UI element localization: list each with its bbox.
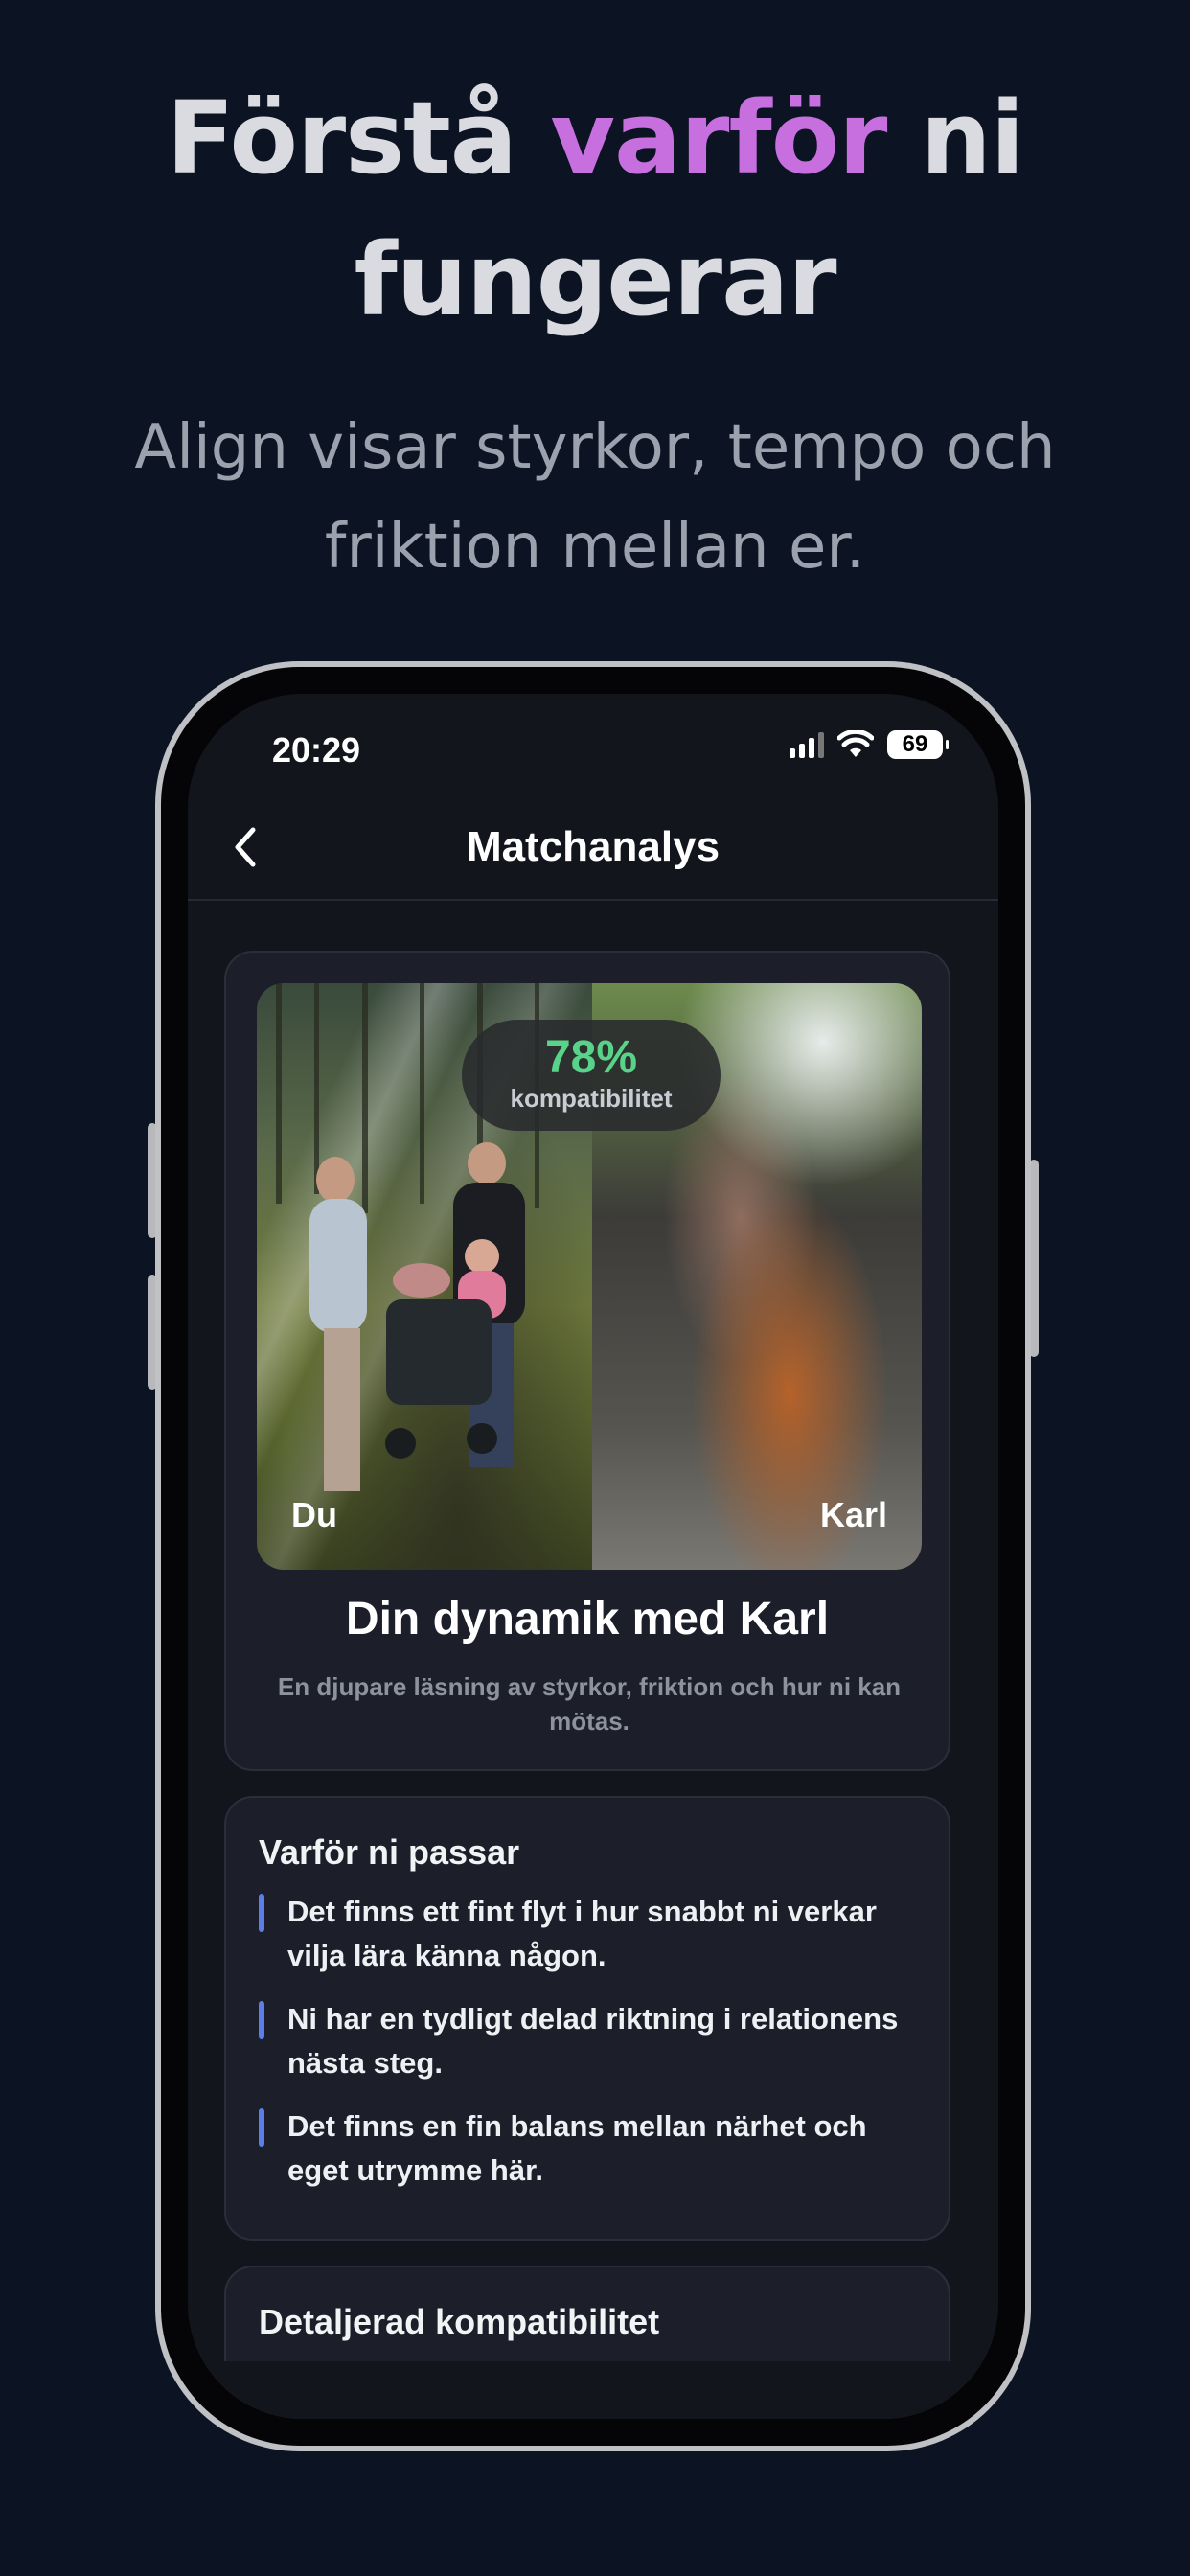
reason-text: Ni har en tydligt delad riktning i relat… [287, 2002, 899, 2080]
dynamic-subtitle: En djupare läsning av styrkor, friktion … [277, 1672, 902, 1736]
screen-bottom-area [188, 2361, 998, 2419]
reason-text: Det finns en fin balans mellan närhet oc… [287, 2109, 867, 2187]
signal-icon [790, 731, 824, 758]
page-title: Matchanalys [466, 823, 721, 870]
photo-comparison: Du Karl 78% kompatibilitet [257, 983, 922, 1570]
your-name-label: Du [291, 1495, 337, 1534]
compatibility-label: kompatibilitet [510, 1084, 673, 1113]
detailed-compatibility-title: Detaljerad kompatibilitet [259, 2302, 660, 2341]
headline-part1: Förstå [166, 80, 551, 196]
wifi-icon [837, 730, 874, 757]
status-icons: 69 [790, 730, 949, 759]
why-you-match-card: Varför ni passar Det finns ett fint flyt… [224, 1796, 950, 2241]
marketing-headline: Förstå varför ni fungerar [0, 67, 1190, 351]
marketing-subheadline: Align visar styrkor, tempo och friktion … [134, 412, 1056, 583]
headline-accent: varför [550, 80, 887, 196]
dynamic-title: Din dynamik med Karl [345, 1594, 830, 1644]
compatibility-badge: 78% kompatibilitet [462, 1020, 721, 1131]
match-name-label: Karl [819, 1495, 887, 1534]
battery-icon: 69 [887, 730, 949, 759]
app-screen: 20:29 69 Matchanalys Du Karl 78% kompati… [188, 694, 998, 2419]
reason-text: Det finns ett fint flyt i hur snabbt ni … [287, 1895, 877, 1972]
reason-bullet-bar [259, 1894, 264, 1932]
reason-bullet-bar [259, 2108, 264, 2147]
phone-frame: 20:29 69 Matchanalys Du Karl 78% kompati… [155, 661, 1031, 2451]
compatibility-value: 78% [544, 1032, 638, 1083]
reason-bullet-bar [259, 2001, 264, 2039]
match-summary-card: Du Karl 78% kompatibilitet Din dynamik m… [224, 951, 950, 1771]
nav-divider [188, 899, 998, 901]
status-time: 20:29 [272, 730, 361, 770]
why-you-match-title: Varför ni passar [259, 1832, 520, 1872]
